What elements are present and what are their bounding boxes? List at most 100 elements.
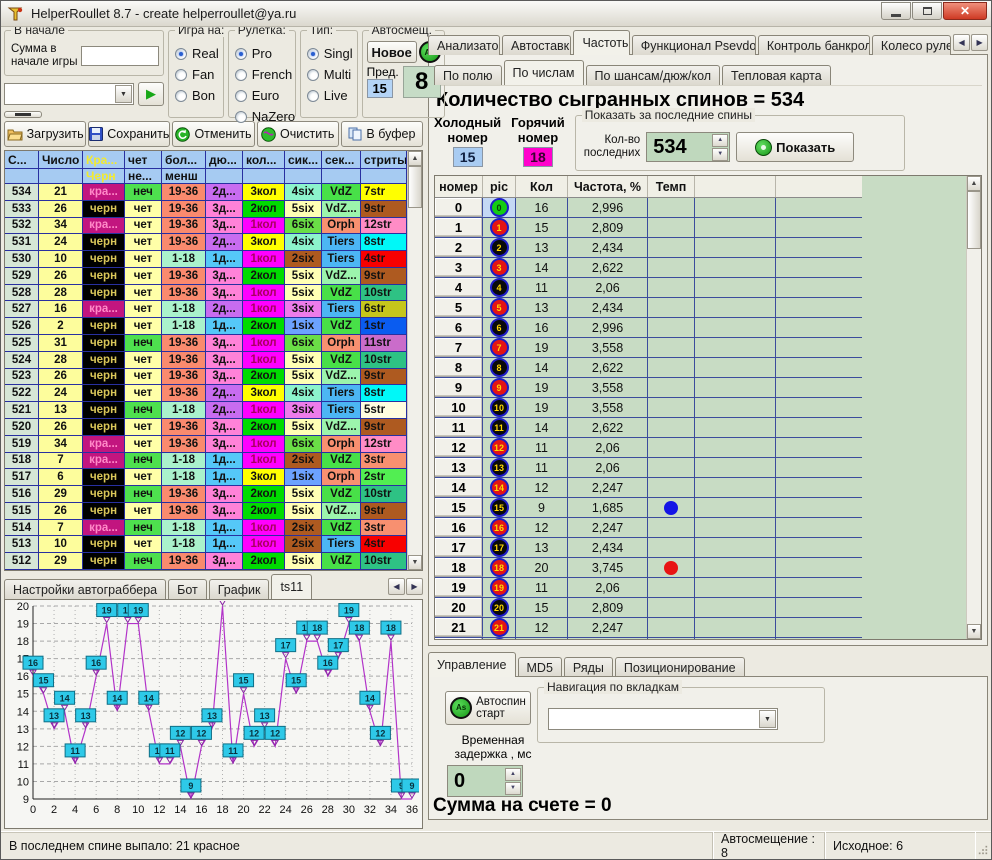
- freq-row[interactable]: 1717132,434: [435, 538, 862, 558]
- tab-autograbber-settings[interactable]: Настройки автограббера: [4, 579, 166, 599]
- spin-down-icon[interactable]: ▼: [712, 148, 728, 161]
- tab-autobets[interactable]: Автоставки: [502, 35, 571, 55]
- chevron-down-icon[interactable]: ▼: [759, 710, 776, 728]
- spins-row[interactable]: 5147кра...неч1-181д...1кол2sixVdZ3str: [5, 520, 407, 537]
- spins-row[interactable]: 51229черннеч19-363д...2кол5sixVdZ10str: [5, 553, 407, 570]
- tab-analyzer[interactable]: Анализатор: [428, 35, 500, 55]
- scrollbar-thumb[interactable]: [967, 191, 981, 249]
- radio-euro[interactable]: Euro: [235, 85, 291, 106]
- close-icon[interactable]: ✕: [943, 2, 987, 20]
- spins-scrollbar[interactable]: ▲ ▼: [407, 151, 422, 570]
- freq-row[interactable]: 88142,622: [435, 358, 862, 378]
- scroll-up-icon[interactable]: ▲: [967, 176, 981, 191]
- spins-row[interactable]: 53124чернчет19-362д...3кол4sixTiers8str: [5, 234, 407, 251]
- chevron-down-icon[interactable]: ▼: [115, 85, 132, 103]
- spins-row[interactable]: 53326чернчет19-363д...2кол5sixVdZ...9str: [5, 201, 407, 218]
- spin-down-icon[interactable]: ▼: [505, 782, 521, 795]
- spins-row[interactable]: 5176чернчет1-181д...3кол1sixOrph2str: [5, 469, 407, 486]
- save-button[interactable]: Сохранить: [88, 121, 170, 147]
- tab-wheel[interactable]: Колесо рулет: [872, 35, 951, 55]
- spins-row[interactable]: 51629черннеч19-363д...2кол5sixVdZ10str: [5, 486, 407, 503]
- subtab-by-numbers[interactable]: По числам: [504, 60, 584, 85]
- scroll-down-icon[interactable]: ▼: [408, 555, 422, 570]
- scroll-up-icon[interactable]: ▲: [408, 151, 422, 166]
- subtab-heatmap[interactable]: Тепловая карта: [722, 65, 831, 85]
- tab-frequencies[interactable]: Частоты: [573, 30, 629, 55]
- freq-row[interactable]: 151591,685: [435, 498, 862, 518]
- radio-nazero[interactable]: NaZero: [235, 106, 291, 127]
- spins-row[interactable]: 53421кра...неч19-362д...3кол4sixVdZ7str: [5, 184, 407, 201]
- spins-row[interactable]: 51526чернчет19-363д...2кол5sixVdZ...9str: [5, 503, 407, 520]
- load-button[interactable]: Загрузить: [4, 121, 86, 147]
- freq-row[interactable]: 1111142,622: [435, 418, 862, 438]
- spins-row[interactable]: 53234кра...чет19-363д...1кол6sixOrph12st…: [5, 218, 407, 235]
- spins-row[interactable]: 5187кра...неч1-181д...1кол2sixVdZ3str: [5, 453, 407, 470]
- tab-ryady[interactable]: Ряды: [564, 657, 613, 677]
- radio-multi[interactable]: Multi: [307, 64, 353, 85]
- spins-row[interactable]: 51934кра...чет19-363д...1кол6sixOrph12st…: [5, 436, 407, 453]
- freq-row[interactable]: 1212112,06: [435, 438, 862, 458]
- radio-live[interactable]: Live: [307, 85, 353, 106]
- start-sum-input[interactable]: [81, 46, 159, 66]
- freq-row[interactable]: 99193,558: [435, 378, 862, 398]
- spins-row[interactable]: 53010чернчет1-181д...1кол2sixTiers4str: [5, 251, 407, 268]
- radio-singl[interactable]: Singl: [307, 43, 353, 64]
- titlebar[interactable]: HelperRoullet 8.7 - create helperroullet…: [1, 1, 991, 27]
- tab-grafik[interactable]: График: [209, 579, 270, 599]
- subtab-by-chances[interactable]: По шансам/дюж/кол: [586, 65, 721, 85]
- freq-row[interactable]: 1313112,06: [435, 458, 862, 478]
- freq-row[interactable]: 2121122,247: [435, 618, 862, 638]
- radio-french[interactable]: French: [235, 64, 291, 85]
- spins-row[interactable]: 52026чернчет19-363д...2кол5sixVdZ...9str: [5, 419, 407, 436]
- freq-row[interactable]: 66162,996: [435, 318, 862, 338]
- new-button[interactable]: Новое: [367, 41, 417, 63]
- show-button[interactable]: Показать: [736, 132, 854, 162]
- freq-row[interactable]: 2222132,434: [435, 638, 862, 640]
- freq-row[interactable]: 2020152,809: [435, 598, 862, 618]
- spin-up-icon[interactable]: ▲: [505, 768, 521, 781]
- freq-row[interactable]: 1616122,247: [435, 518, 862, 538]
- tab-positioning[interactable]: Позиционирование: [615, 657, 745, 677]
- spins-row[interactable]: 52828чернчет19-363д...1кол5sixVdZ10str: [5, 285, 407, 302]
- freq-row[interactable]: 77193,558: [435, 338, 862, 358]
- freq-row[interactable]: 33142,622: [435, 258, 862, 278]
- delay-input[interactable]: 0 ▲ ▼: [447, 765, 523, 797]
- tab-upravlenie[interactable]: Управление: [428, 652, 516, 677]
- spins-row[interactable]: 51310чернчет1-181д...1кол2sixTiers4str: [5, 536, 407, 553]
- freq-row[interactable]: 1414122,247: [435, 478, 862, 498]
- tab-scroll-left-icon[interactable]: ◀: [953, 34, 970, 51]
- spins-row[interactable]: 52716кра...чет1-182д...1кол3sixTiers6str: [5, 301, 407, 318]
- play-button[interactable]: ▶: [138, 82, 164, 106]
- tab-md5[interactable]: MD5: [518, 657, 562, 677]
- tab-scroll-left-icon[interactable]: ◀: [388, 578, 405, 595]
- spins-row[interactable]: 52326чернчет19-363д...2кол5sixVdZ...9str: [5, 369, 407, 386]
- maximize-icon[interactable]: [912, 2, 942, 20]
- radio-bon[interactable]: Bon: [175, 85, 219, 106]
- freq-row[interactable]: 1818203,745: [435, 558, 862, 578]
- radio-pro[interactable]: Pro: [235, 43, 291, 64]
- tab-scroll-right-icon[interactable]: ▶: [406, 578, 423, 595]
- tab-navigation-combobox[interactable]: ▼: [548, 708, 778, 730]
- freq-scrollbar[interactable]: ▲ ▼: [966, 176, 981, 639]
- tab-bankroll[interactable]: Контроль банкролла: [758, 35, 870, 55]
- minimize-icon[interactable]: [881, 2, 911, 20]
- freq-row[interactable]: 22132,434: [435, 238, 862, 258]
- scroll-down-icon[interactable]: ▼: [967, 624, 981, 639]
- radio-fan[interactable]: Fan: [175, 64, 219, 85]
- freq-row[interactable]: 11152,809: [435, 218, 862, 238]
- freq-row[interactable]: 55132,434: [435, 298, 862, 318]
- spins-row[interactable]: 52531черннеч19-363д...1кол6sixOrph11str: [5, 335, 407, 352]
- freq-row[interactable]: 00162,996: [435, 198, 862, 218]
- spins-row[interactable]: 52224чернчет19-362д...3кол4sixTiers8str: [5, 385, 407, 402]
- subtab-by-field[interactable]: По полю: [434, 65, 502, 85]
- freq-row[interactable]: 44112,06: [435, 278, 862, 298]
- number-combobox[interactable]: ▼: [4, 83, 134, 105]
- spins-row[interactable]: 52113черннеч1-182д...1кол3sixTiers5str: [5, 402, 407, 419]
- resize-grip[interactable]: [975, 832, 991, 859]
- spins-row[interactable]: 52428чернчет19-363д...1кол5sixVdZ10str: [5, 352, 407, 369]
- spins-row[interactable]: 5262чернчет1-181д...2кол1sixVdZ1str: [5, 318, 407, 335]
- last-spins-count-input[interactable]: 534 ▲ ▼: [646, 132, 730, 162]
- radio-real[interactable]: Real: [175, 43, 219, 64]
- copy-to-clipboard-button[interactable]: В буфер: [341, 121, 423, 147]
- collapse-button[interactable]: [4, 111, 42, 118]
